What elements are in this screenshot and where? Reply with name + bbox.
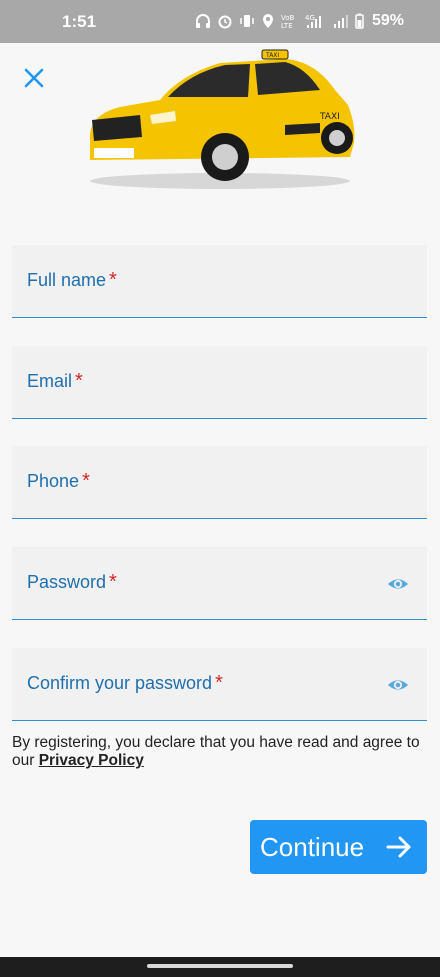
required-asterisk: *	[75, 370, 83, 392]
eye-icon[interactable]	[387, 573, 409, 595]
phone-label: Phone *	[27, 470, 90, 492]
full-name-label: Full name *	[27, 269, 117, 291]
location-icon	[262, 14, 273, 28]
required-asterisk: *	[109, 269, 117, 291]
password-field[interactable]: Password *	[12, 547, 427, 620]
email-field[interactable]: Email *	[12, 346, 427, 419]
battery-percent: 59%	[371, 12, 404, 29]
navigation-bar	[0, 957, 440, 977]
svg-text:TAXI: TAXI	[319, 112, 340, 122]
status-time: 1:51	[62, 12, 97, 31]
required-asterisk: *	[109, 571, 117, 593]
eye-icon[interactable]	[387, 674, 409, 696]
volte-icon: VoBLTE	[281, 14, 295, 29]
password-label: Password *	[27, 571, 117, 593]
vibrate-icon	[240, 15, 254, 27]
svg-text:VoB: VoB	[281, 14, 295, 22]
status-icons: VoB LTE 4G 59%	[195, 12, 404, 30]
alarm-icon	[218, 15, 232, 29]
arrow-right-icon	[386, 836, 411, 858]
required-asterisk: *	[215, 672, 223, 694]
svg-text:LTE: LTE	[281, 22, 293, 29]
continue-label: Continue	[260, 831, 365, 862]
continue-button[interactable]: Continue	[250, 820, 427, 874]
privacy-policy-link[interactable]: Privacy Policy	[39, 752, 144, 769]
required-asterisk: *	[82, 470, 90, 492]
email-label: Email *	[27, 370, 83, 392]
signal-icon	[333, 15, 348, 28]
close-icon[interactable]	[22, 66, 46, 90]
battery-icon	[355, 13, 364, 29]
headphones-icon	[195, 14, 210, 28]
svg-text:4G: 4G	[305, 14, 315, 22]
home-gesture-handle[interactable]	[147, 964, 293, 968]
taxi-image: TAXI TAXI	[89, 49, 355, 189]
svg-text:TAXI: TAXI	[265, 52, 279, 59]
full-name-field[interactable]: Full name *	[12, 245, 427, 318]
confirm-password-label: Confirm your password *	[27, 672, 223, 694]
signal-4g-icon: 4G	[305, 14, 321, 28]
phone-field[interactable]: Phone *	[12, 446, 427, 519]
confirm-password-field[interactable]: Confirm your password *	[12, 648, 427, 721]
consent-text: By registering, you declare that you hav…	[12, 734, 420, 769]
status-bar: 1:51 VoB LTE 4G 59%	[0, 0, 440, 43]
